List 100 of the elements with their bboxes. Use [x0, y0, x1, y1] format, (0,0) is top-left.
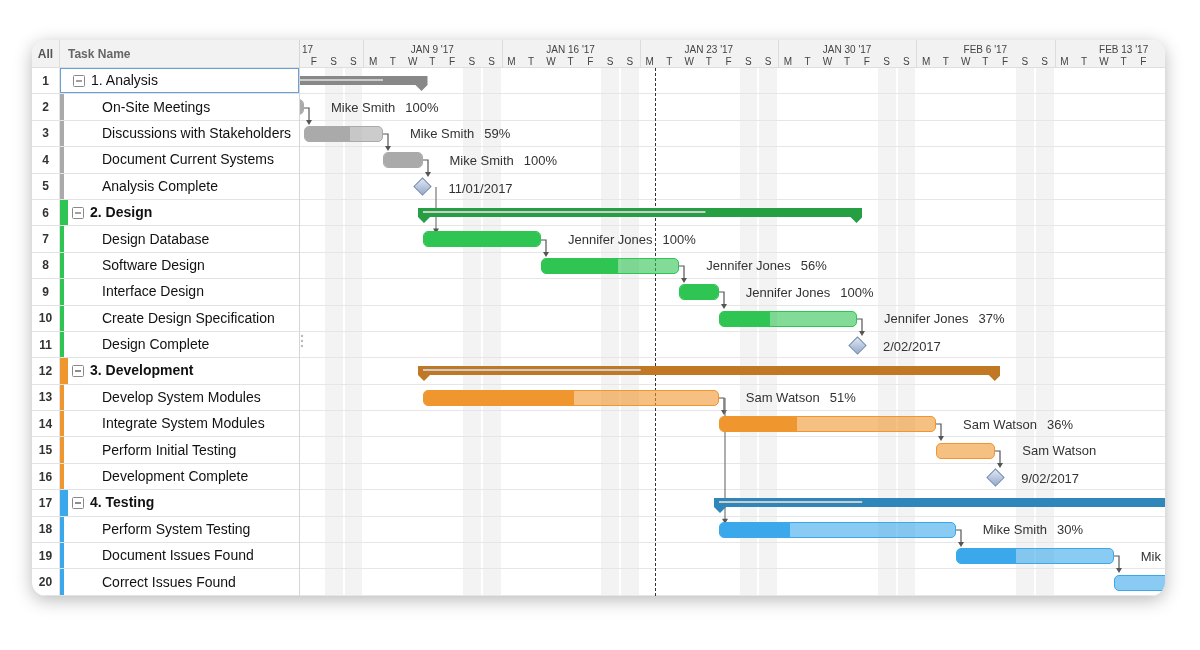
day-label: S — [763, 55, 773, 69]
task-bar[interactable] — [955, 548, 1114, 565]
row-number: 18 — [38, 521, 53, 539]
collapse-icon[interactable] — [73, 74, 85, 87]
task-name: Software Design — [102, 255, 205, 275]
row-number: 19 — [38, 547, 53, 565]
row-number: 14 — [38, 415, 53, 433]
day-label: S — [744, 55, 753, 69]
day-label: T — [428, 55, 437, 69]
task-bar[interactable] — [541, 257, 680, 274]
task-bar[interactable] — [718, 521, 956, 538]
row-number: 5 — [42, 178, 49, 196]
day-label: M — [782, 55, 794, 69]
row-number: 11 — [39, 336, 52, 354]
day-label: F — [1139, 55, 1148, 69]
task-name: 1. Analysis — [91, 71, 158, 91]
day-label: W — [545, 55, 557, 69]
day-label: S — [467, 55, 477, 69]
task-name: Create Design Specification — [102, 308, 275, 328]
resize-handle[interactable] — [300, 334, 304, 348]
day-label: W — [683, 55, 695, 69]
task-bar[interactable] — [936, 442, 996, 459]
day-label: F — [724, 55, 733, 69]
dependency-arrow — [1113, 554, 1123, 575]
day-label: M — [1059, 55, 1070, 69]
task-name: 2. Design — [90, 203, 153, 223]
resource-name: Jennifer Jones — [884, 310, 969, 329]
resource-name: Mike Smith — [449, 151, 514, 170]
day-label: T — [803, 55, 812, 69]
row-number: 2 — [42, 99, 49, 117]
day-label: T — [704, 55, 713, 69]
dependency-arrow — [718, 396, 728, 416]
task-bar[interactable] — [304, 125, 383, 142]
day-label: S — [329, 55, 338, 69]
percent-label: 100% — [523, 151, 558, 170]
day-label: T — [566, 55, 575, 69]
percent-label: 30% — [1057, 521, 1084, 540]
percent-label: 56% — [800, 257, 827, 276]
task-name: Design Complete — [102, 335, 210, 355]
day-label: W — [959, 55, 972, 69]
task-name: Development Complete — [102, 467, 249, 487]
summary-bar[interactable] — [417, 366, 1001, 382]
task-bar[interactable] — [383, 152, 423, 169]
task-name-cell[interactable]: 1. Analysis — [60, 68, 299, 94]
day-label: S — [1020, 55, 1030, 69]
week-label: JAN 30 '17 — [822, 43, 872, 57]
collapse-icon[interactable] — [72, 206, 84, 219]
day-label: W — [821, 55, 834, 69]
day-label: F — [448, 55, 457, 69]
day-label: F — [586, 55, 595, 69]
resource-name: Jennifer Jones — [745, 283, 831, 302]
day-label: T — [527, 55, 536, 69]
dependency-arrow — [383, 132, 392, 152]
day-label: S — [487, 55, 496, 69]
task-name: Discussions with Stakeholders — [102, 123, 292, 143]
week-label: 17 — [302, 43, 314, 57]
week-label: FEB 13 '17 — [1099, 43, 1149, 57]
task-name: Interface Design — [102, 282, 204, 302]
day-label: S — [882, 55, 891, 69]
week-label: JAN 23 '17 — [684, 43, 734, 57]
collapse-icon[interactable] — [72, 496, 84, 509]
week-label: JAN 9 '17 — [410, 43, 454, 57]
collapse-icon[interactable] — [72, 365, 84, 377]
row-number: 8 — [42, 257, 49, 275]
percent-label: 100% — [840, 283, 874, 302]
day-label: F — [309, 55, 318, 69]
dependency-arrow — [304, 105, 313, 126]
dependency-arrow — [541, 237, 550, 258]
dependency-arrow — [857, 316, 866, 337]
task-bar[interactable] — [679, 284, 719, 301]
percent-label: 36% — [1046, 415, 1073, 434]
day-label: T — [1080, 55, 1089, 69]
day-label: S — [625, 55, 635, 69]
milestone-date: 9/02/2017 — [1021, 470, 1080, 489]
row-number: 13 — [38, 389, 53, 407]
task-name: Analysis Complete — [102, 176, 218, 196]
row-number: 6 — [42, 204, 49, 222]
percent-label: 100% — [662, 230, 696, 249]
task-bar[interactable] — [718, 310, 857, 327]
day-label: S — [605, 55, 615, 69]
summary-bar[interactable] — [713, 498, 1165, 514]
task-name: Perform System Testing — [102, 519, 251, 539]
task-bar[interactable] — [422, 389, 719, 406]
row-number: 9 — [42, 283, 49, 301]
percent-label: 37% — [978, 310, 1005, 329]
resource-name: Jennifer Jones — [568, 230, 653, 249]
percent-label: 100% — [405, 98, 439, 117]
row-number: 1 — [42, 72, 49, 90]
column-header[interactable]: All — [37, 44, 54, 63]
task-name: 4. Testing — [90, 493, 155, 513]
task-name: Document Current Systems — [102, 150, 274, 170]
task-bar[interactable] — [422, 231, 541, 248]
column-header[interactable]: Task Name — [68, 44, 131, 63]
task-name: Design Database — [102, 229, 210, 249]
task-bar[interactable] — [718, 416, 936, 433]
day-label: M — [920, 55, 932, 69]
task-name: Perform Initial Testing — [102, 440, 237, 460]
task-name: 3. Development — [90, 361, 194, 381]
day-label: W — [406, 55, 419, 69]
summary-bar[interactable] — [417, 208, 862, 223]
